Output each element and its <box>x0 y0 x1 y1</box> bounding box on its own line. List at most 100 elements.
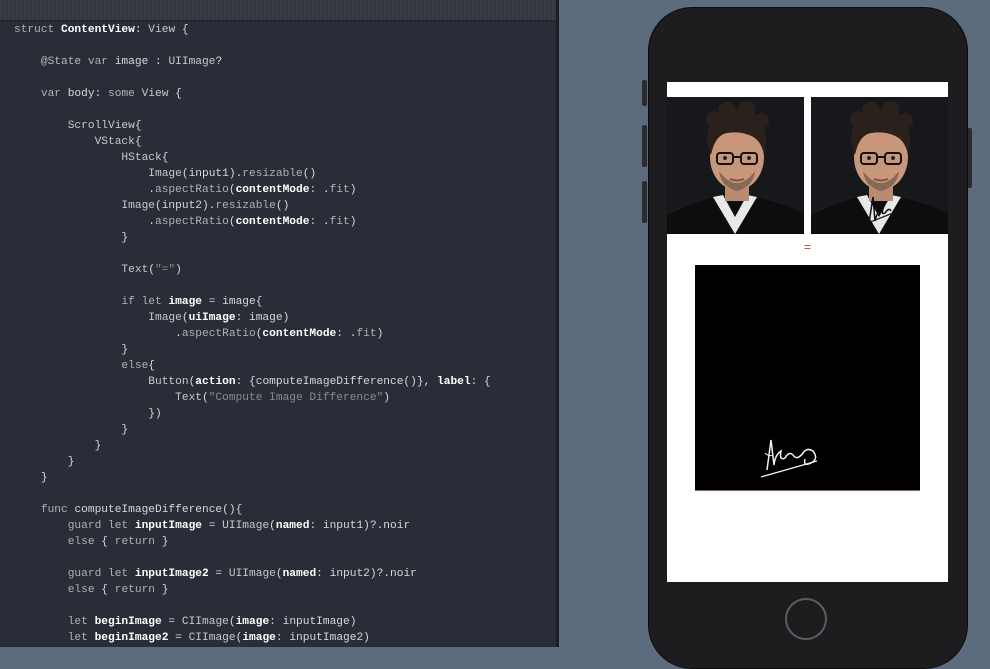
code-token: ( <box>228 184 236 196</box>
code-token: VStack <box>94 136 135 148</box>
code-token: ) <box>349 216 357 228</box>
code-line[interactable]: Button(action: {computeImageDifference()… <box>14 374 491 390</box>
code-token: ContentView <box>61 24 135 36</box>
code-token: if let <box>121 296 169 308</box>
code-line[interactable]: .aspectRatio(contentMode: .fit) <box>14 326 491 342</box>
code-token: CIImage <box>181 616 229 628</box>
source-code[interactable]: struct ContentView: View { @State var im… <box>14 22 491 646</box>
code-line[interactable]: Image(input1).resizable() <box>14 166 491 182</box>
code-line[interactable]: .aspectRatio(contentMode: .fit) <box>14 182 491 198</box>
portrait-icon <box>667 97 804 234</box>
code-line[interactable]: ScrollView{ <box>14 118 491 134</box>
code-token: = <box>202 520 223 532</box>
code-token: ( <box>148 264 155 276</box>
code-token: "Compute Image Difference" <box>208 392 384 404</box>
code-line[interactable]: Text("Compute Image Difference") <box>14 390 491 406</box>
code-token: return <box>114 584 156 596</box>
code-token: guard let <box>67 520 135 532</box>
code-line[interactable]: } <box>14 422 491 438</box>
code-token: else <box>121 360 149 372</box>
code-line[interactable]: Image(input2).resizable() <box>14 198 491 214</box>
code-token: beginImage <box>94 616 162 628</box>
code-token: View <box>141 88 169 100</box>
code-line[interactable] <box>14 70 491 86</box>
home-button[interactable] <box>785 598 827 640</box>
code-line[interactable]: else { return } <box>14 534 491 550</box>
code-token: Button <box>148 376 189 388</box>
code-line[interactable] <box>14 550 491 566</box>
code-token: } <box>14 424 129 436</box>
code-line[interactable]: else { return } <box>14 582 491 598</box>
code-token: . <box>14 216 155 228</box>
code-token: : . <box>309 184 330 196</box>
code-token: UIImage <box>222 520 270 532</box>
code-token: inputImage2 <box>134 568 209 580</box>
code-line[interactable]: HStack{ <box>14 150 491 166</box>
code-token: (input1). <box>181 168 243 180</box>
code-line[interactable]: struct ContentView: View { <box>14 22 491 38</box>
code-token: . <box>14 184 155 196</box>
code-line[interactable]: } <box>14 230 491 246</box>
equals-label: = <box>803 240 811 254</box>
code-line[interactable]: var body: some View { <box>14 86 491 102</box>
code-token: : { <box>470 376 491 388</box>
code-token: HStack <box>121 152 162 164</box>
code-token: UIImage <box>168 56 216 68</box>
code-line[interactable]: } <box>14 454 491 470</box>
code-token: image <box>235 616 270 628</box>
code-line[interactable]: } <box>14 470 491 486</box>
code-line[interactable]: } <box>14 438 491 454</box>
code-line[interactable]: if let image = image{ <box>14 294 491 310</box>
code-token: label <box>437 376 471 388</box>
code-token: else <box>67 536 95 548</box>
code-token: body: <box>67 88 109 100</box>
code-token: image <box>242 632 276 644</box>
code-token: contentMode <box>235 184 310 196</box>
code-token: uiImage <box>188 312 236 324</box>
code-line[interactable] <box>14 598 491 614</box>
code-line[interactable]: guard let inputImage2 = UIImage(named: i… <box>14 566 491 582</box>
code-line[interactable]: Text("=") <box>14 262 491 278</box>
code-line[interactable] <box>14 278 491 294</box>
code-line[interactable]: let beginImage = CIImage(image: inputIma… <box>14 614 491 630</box>
code-token: : input1)?.noir <box>309 520 411 532</box>
code-line[interactable] <box>14 486 491 502</box>
code-line[interactable]: .aspectRatio(contentMode: .fit) <box>14 214 491 230</box>
code-line[interactable]: VStack{ <box>14 134 491 150</box>
code-line[interactable]: }) <box>14 406 491 422</box>
code-token: fit <box>329 216 350 228</box>
editor-jump-bar <box>0 0 556 21</box>
code-token: var <box>40 88 68 100</box>
code-token: Image <box>148 168 182 180</box>
code-token: @State <box>40 56 88 68</box>
code-line[interactable]: } <box>14 342 491 358</box>
code-editor[interactable]: struct ContentView: View { @State var im… <box>0 0 556 647</box>
code-token: . <box>14 328 182 340</box>
code-line[interactable]: guard let inputImage = UIImage(named: in… <box>14 518 491 534</box>
code-line[interactable]: func computeImageDifference(){ <box>14 502 491 518</box>
code-line[interactable] <box>14 38 491 54</box>
code-token: { <box>134 120 142 132</box>
code-token: func <box>40 504 75 516</box>
code-line[interactable] <box>14 246 491 262</box>
code-line[interactable]: let beginImage2 = CIImage(image: inputIm… <box>14 630 491 646</box>
code-token: { <box>175 24 189 36</box>
code-token: return <box>114 536 156 548</box>
code-line[interactable] <box>14 102 491 118</box>
code-token: ( <box>269 520 276 532</box>
code-line[interactable]: else{ <box>14 358 491 374</box>
code-line[interactable]: Image(uiImage: image) <box>14 310 491 326</box>
code-token: ) <box>376 328 384 340</box>
code-line[interactable]: @State var image : UIImage? <box>14 54 491 70</box>
code-token: : inputImage) <box>269 616 357 628</box>
